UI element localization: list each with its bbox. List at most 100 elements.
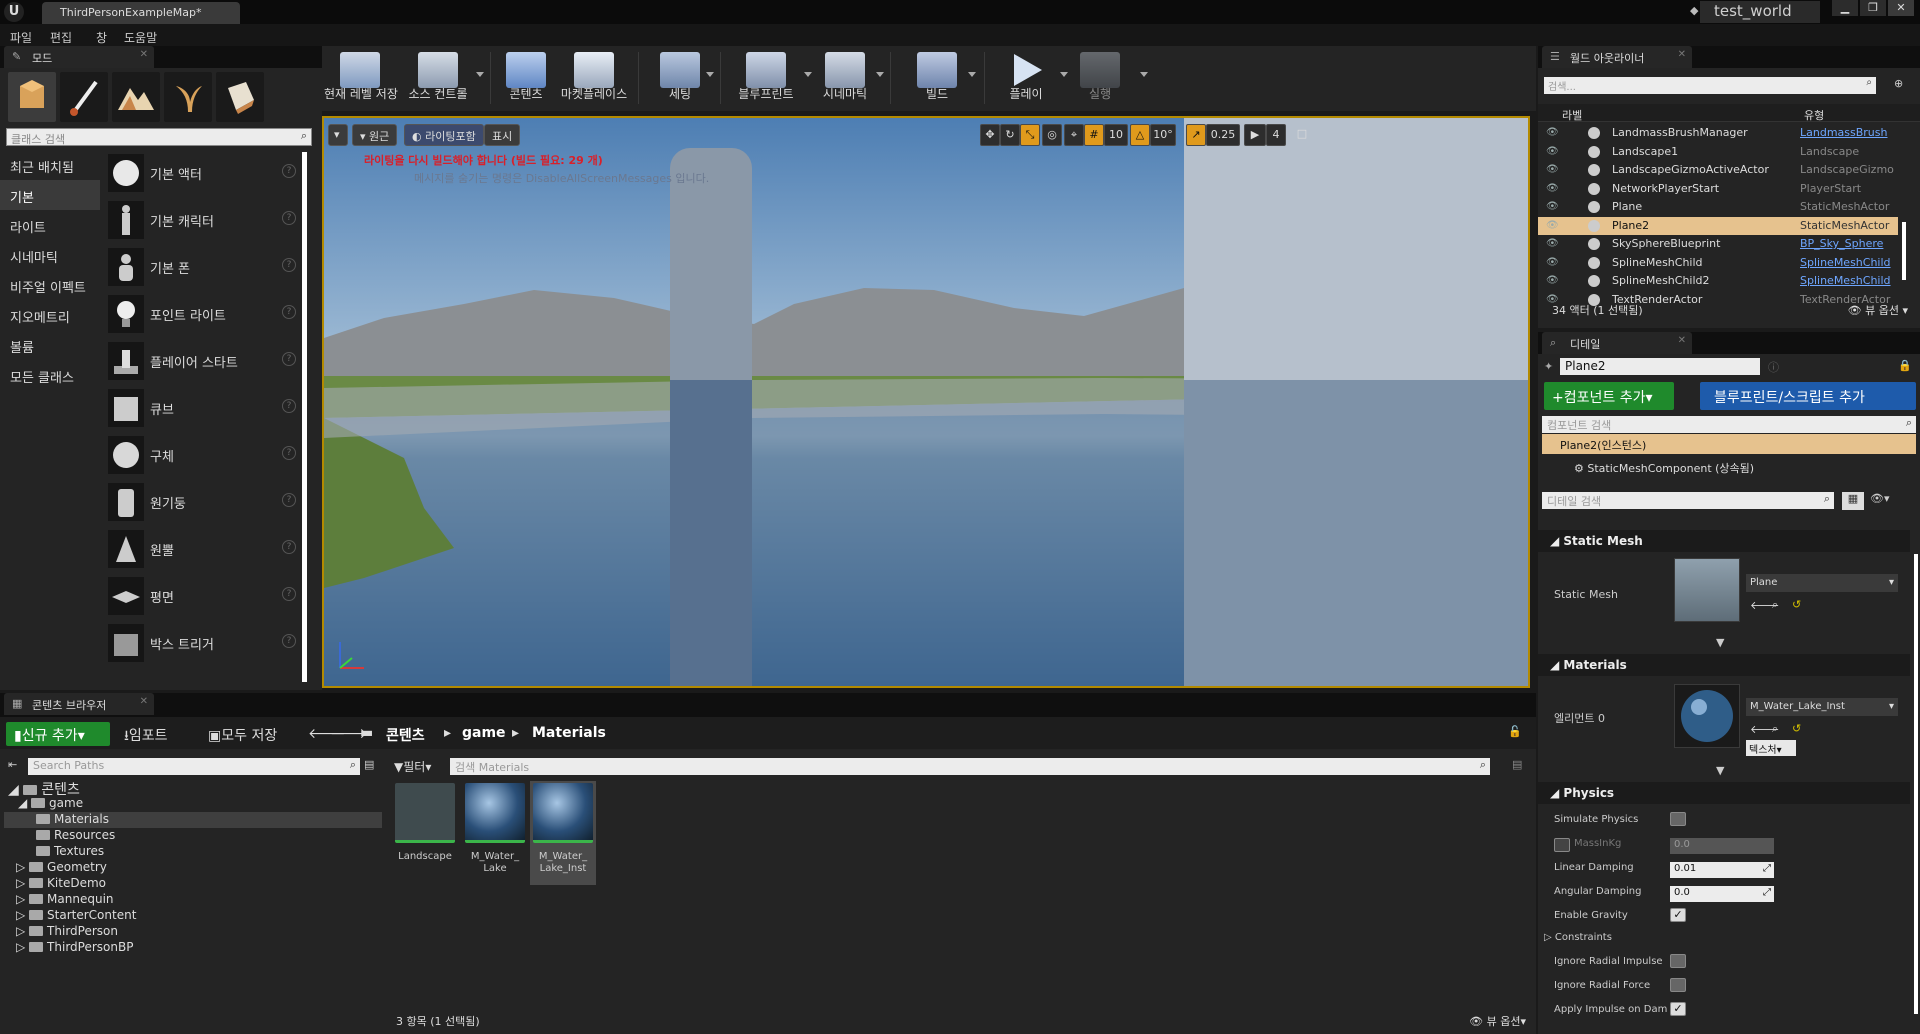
launch-dropdown-icon[interactable] — [1140, 72, 1148, 77]
close-icon[interactable]: ✕ — [1678, 335, 1686, 346]
actor-type[interactable]: LandmassBrush — [1800, 126, 1887, 139]
help-icon[interactable]: ? — [282, 258, 296, 272]
tab-world-outliner[interactable]: ☰ 월드 아웃라이너 ✕ — [1542, 46, 1692, 68]
tree-root-content[interactable]: ◢ 콘텐츠 — [8, 779, 378, 798]
cinematics-dropdown-icon[interactable] — [876, 72, 884, 77]
outliner-row[interactable]: 👁 SplineMeshChild SplineMeshChild — [1538, 254, 1898, 272]
settings-dropdown-icon[interactable] — [706, 72, 714, 77]
angular-damping-input[interactable]: 0.0 ⤢ — [1670, 886, 1774, 902]
material-dropdown[interactable]: M_Water_Lake_Inst ▾ — [1746, 698, 1898, 716]
close-icon[interactable]: ✕ — [140, 49, 148, 60]
outliner-row[interactable]: 👁 Plane2 StaticMeshActor — [1538, 216, 1898, 235]
mass-input[interactable]: 0.0 — [1670, 838, 1774, 854]
content-view-options[interactable]: 👁 뷰 옵션▾ — [1469, 1013, 1526, 1029]
material-thumbnail[interactable] — [1674, 684, 1740, 748]
add-blueprint-button[interactable]: 블루프린트/스크립트 추가 — [1700, 382, 1916, 410]
texture-button[interactable]: 텍스처▾ — [1746, 740, 1796, 756]
world-local-icon[interactable]: ◎ — [1042, 124, 1062, 146]
camera-speed-value[interactable]: 4 — [1266, 124, 1286, 146]
outliner-search-input[interactable]: 검색... ⌕ — [1544, 77, 1876, 94]
surface-snap-icon[interactable]: ⌖ — [1064, 124, 1084, 146]
outliner-row[interactable]: 👁 Plane StaticMeshActor — [1538, 198, 1898, 216]
add-new-button[interactable]: ▮신규 추가▾ — [6, 722, 110, 746]
help-icon[interactable]: ? — [282, 446, 296, 460]
history-icon[interactable]: ▤ — [1512, 758, 1522, 771]
help-icon[interactable]: ? — [282, 587, 296, 601]
help-icon[interactable]: ? — [282, 399, 296, 413]
tab-content-browser[interactable]: ▦ 콘텐츠 브라우저 ✕ — [4, 693, 154, 715]
outliner-row[interactable]: 👁 SplineMeshChild2 SplineMeshChild — [1538, 272, 1898, 290]
source-control-button[interactable]: 소스 컨트롤 — [406, 48, 470, 108]
category-basic[interactable]: 기본 — [0, 180, 100, 210]
instance-row[interactable]: Plane2(인스턴스) — [1542, 434, 1916, 454]
class-search-input[interactable]: 클래스 검색 ⌕ — [6, 128, 312, 146]
eye-icon[interactable]: 👁 — [1546, 238, 1560, 249]
search-icon[interactable]: ⌕ — [1866, 77, 1872, 88]
scale-snap-value[interactable]: 0.25 — [1206, 124, 1240, 146]
help-icon[interactable]: ? — [282, 493, 296, 507]
place-mode-icon[interactable] — [8, 72, 56, 122]
help-icon[interactable]: ? — [282, 164, 296, 178]
help-icon[interactable]: ? — [282, 305, 296, 319]
place-item-point-light[interactable]: 포인트 라이트? — [104, 291, 298, 336]
category-volumes[interactable]: 볼륨 — [0, 330, 100, 360]
scale-icon[interactable]: ⤡ — [1020, 124, 1040, 146]
lighting-mode-button[interactable]: ◐ 라이팅포함 — [404, 124, 484, 146]
component-search-input[interactable]: 컴포넌트 검색 ⌕ — [1542, 416, 1916, 433]
eye-icon[interactable]: 👁 — [1546, 201, 1560, 212]
simulate-physics-checkbox[interactable] — [1670, 812, 1686, 826]
static-mesh-component-row[interactable]: ⚙ StaticMeshComponent (상속됨) — [1574, 460, 1754, 476]
category-all-classes[interactable]: 모든 클래스 — [0, 360, 100, 390]
column-type[interactable]: 유형 — [1804, 107, 1824, 123]
play-button[interactable]: 플레이 — [998, 48, 1054, 108]
search-icon[interactable]: ⌕ — [1906, 416, 1912, 430]
paint-mode-icon[interactable] — [60, 72, 108, 122]
outliner-view-options[interactable]: 👁 뷰 옵션 ▾ — [1848, 302, 1908, 318]
details-scrollbar[interactable] — [1914, 554, 1918, 1014]
tree-textures[interactable]: Textures — [36, 844, 104, 860]
static-mesh-thumbnail[interactable] — [1674, 558, 1740, 622]
minimize-button[interactable]: ▁ — [1832, 0, 1858, 16]
tab-details[interactable]: ⌕ 디테일 ✕ — [1542, 332, 1692, 354]
translate-icon[interactable]: ✥ — [980, 124, 1000, 146]
foliage-mode-icon[interactable] — [164, 72, 212, 122]
grid-view-icon[interactable]: ▦ — [1842, 492, 1864, 510]
perspective-button[interactable]: ▾ 원근 — [352, 124, 398, 146]
actor-name-field[interactable]: Plane2 — [1560, 358, 1760, 375]
place-item-box-trigger[interactable]: 박스 트리거? — [104, 620, 298, 665]
maximize-viewport-icon[interactable]: □ — [1294, 124, 1310, 146]
landscape-mode-icon[interactable] — [112, 72, 160, 122]
document-tab[interactable]: ThirdPersonExampleMap* — [42, 2, 240, 24]
breadcrumb-materials[interactable]: Materials — [532, 725, 606, 741]
place-item-pawn[interactable]: 기본 폰? — [104, 244, 298, 289]
close-button[interactable]: ✕ — [1888, 0, 1914, 16]
reset-icon[interactable]: ↺ — [1792, 722, 1801, 735]
path-view-options-icon[interactable]: ▤ — [364, 758, 374, 771]
detail-search-input[interactable]: 디테일 검색 ⌕ — [1542, 492, 1834, 509]
materials-section[interactable]: ◢ Materials — [1538, 654, 1910, 676]
viewport-options-button[interactable]: ▾ — [328, 124, 348, 146]
eye-icon[interactable]: 👁 — [1546, 275, 1560, 286]
outliner-row[interactable]: 👁 Landscape1 Landscape — [1538, 143, 1898, 161]
place-item-player-start[interactable]: 플레이어 스타트? — [104, 338, 298, 383]
tree-startercontent[interactable]: ▷ StarterContent — [16, 908, 136, 924]
lock-icon[interactable]: 🔓 — [1508, 725, 1522, 738]
place-item-cone[interactable]: 원뿔? — [104, 526, 298, 571]
lock-icon[interactable]: 🔒 — [1898, 359, 1912, 372]
expand-icon[interactable]: ▼ — [1716, 764, 1724, 777]
column-label[interactable]: 라벨 — [1562, 107, 1582, 123]
expand-icon[interactable]: ▼ — [1716, 636, 1724, 649]
path-search-input[interactable]: Search Paths ⌕ — [28, 758, 360, 775]
actor-type[interactable]: BP_Sky_Sphere — [1800, 237, 1883, 250]
help-icon[interactable]: ⓘ — [1768, 359, 1779, 375]
place-item-character[interactable]: 기본 캐릭터? — [104, 197, 298, 242]
tree-thirdperson[interactable]: ▷ ThirdPerson — [16, 924, 118, 940]
ignore-radial-impulse-checkbox[interactable] — [1670, 954, 1686, 968]
menu-help[interactable]: 도움말 — [124, 29, 157, 46]
asset-landscape[interactable]: Landscape — [392, 781, 458, 885]
collapse-icon[interactable]: ⇤ — [8, 758, 17, 771]
mass-override-checkbox[interactable] — [1554, 838, 1570, 852]
enable-gravity-checkbox[interactable]: ✓ — [1670, 908, 1686, 922]
actor-type[interactable]: SplineMeshChild — [1800, 274, 1891, 287]
category-cinematic[interactable]: 시네마틱 — [0, 240, 100, 270]
